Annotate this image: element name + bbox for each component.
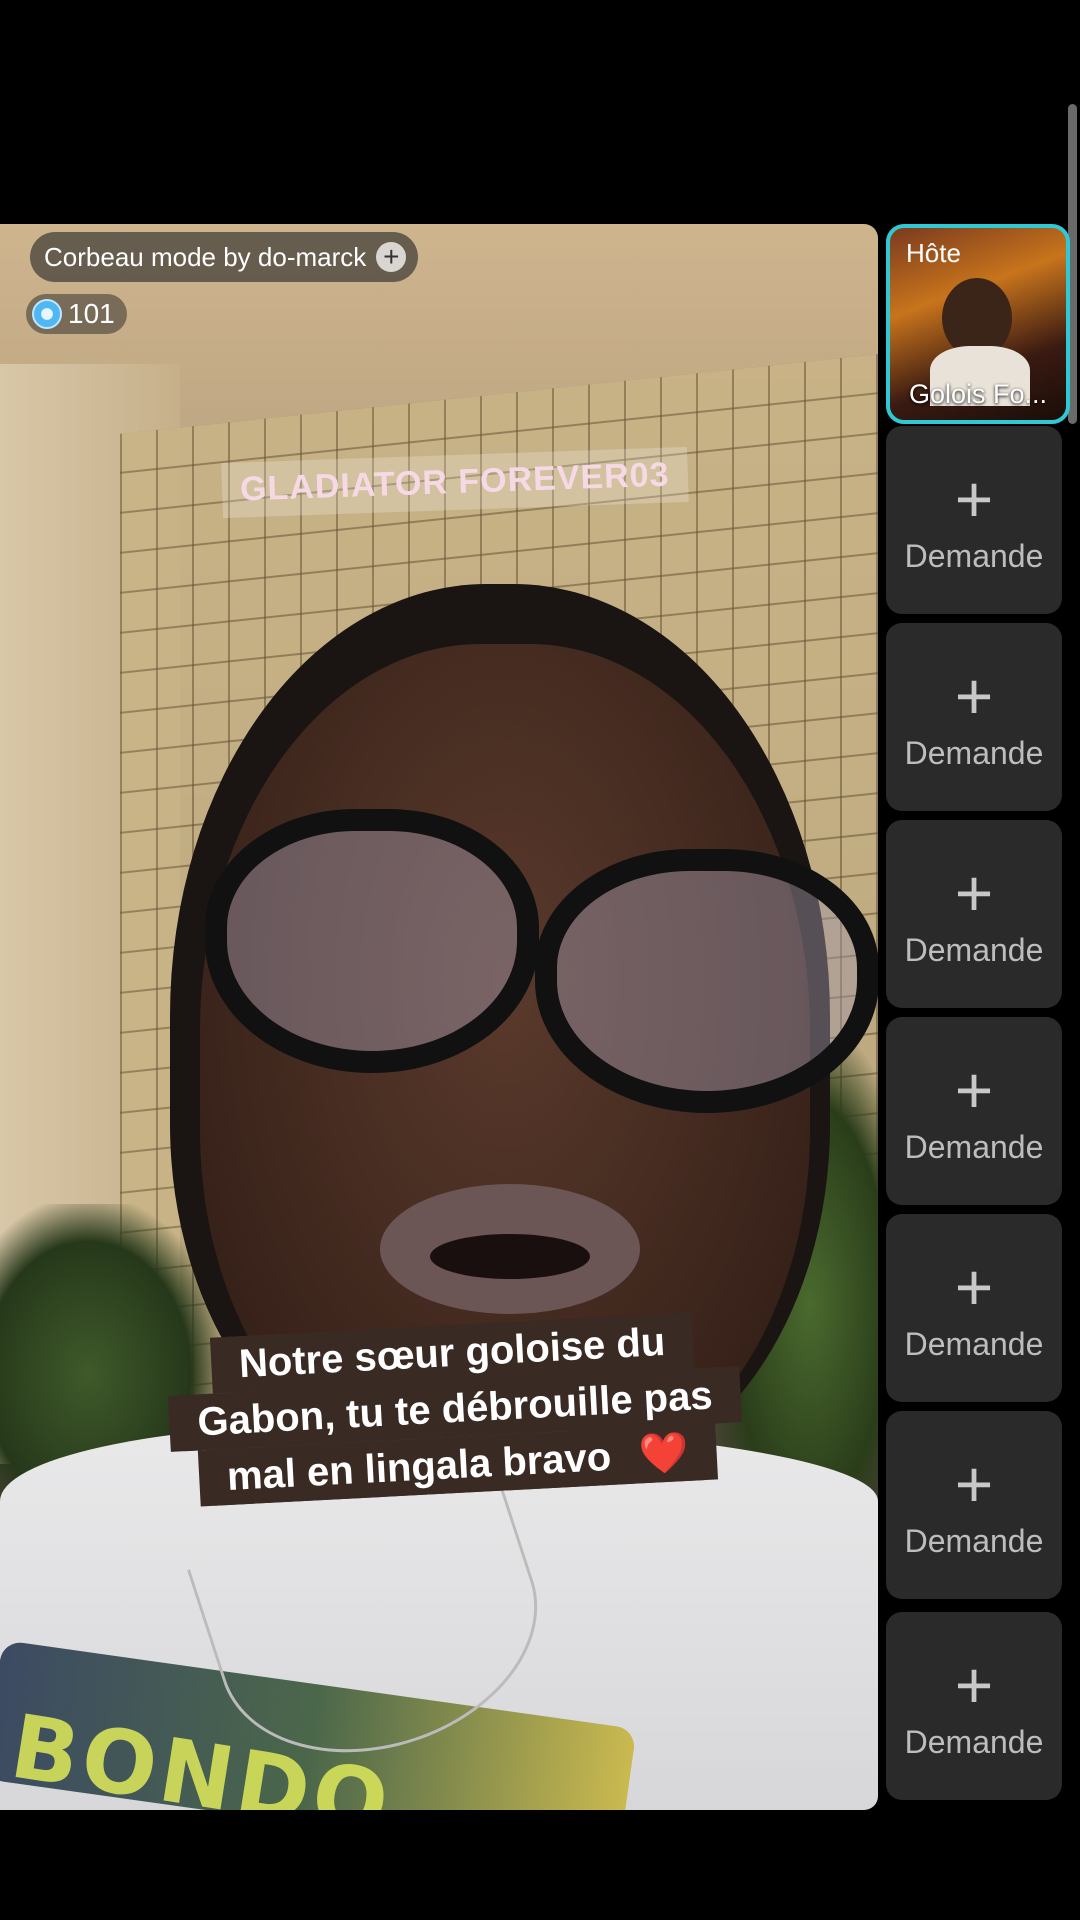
guest-slot-request[interactable]: + Demande	[886, 820, 1062, 1008]
plus-icon: +	[954, 1249, 994, 1324]
host-label: Hôte	[906, 238, 961, 268]
host-card[interactable]: Hôte Golois Fo...	[886, 224, 1070, 424]
video-caption: Notre sœur goloise du Gabon, tu te débro…	[156, 1310, 754, 1509]
plus-icon: +	[954, 658, 994, 733]
slot-label: Demande	[904, 1128, 1044, 1165]
caption-text: Notre sœur goloise du Gabon, tu te débro…	[168, 1312, 742, 1507]
room-title-pill[interactable]: Corbeau mode by do-marck +	[30, 232, 419, 282]
mouth-inner	[430, 1234, 590, 1279]
room-title: Corbeau mode by do-marck	[44, 241, 367, 272]
viewer-count: 101	[68, 298, 115, 329]
plus-icon: +	[954, 1446, 994, 1521]
glasses	[205, 809, 878, 1113]
guest-slot-request[interactable]: + Demande	[886, 1411, 1062, 1599]
slot-label: Demande	[904, 1522, 1044, 1559]
guest-slot-request[interactable]: + Demande	[886, 1612, 1062, 1800]
guest-slot-request[interactable]: + Demande	[886, 623, 1062, 811]
plus-icon: +	[954, 855, 994, 930]
follow-plus-icon[interactable]: +	[376, 242, 407, 272]
slot-label: Demande	[904, 1325, 1044, 1362]
plus-icon: +	[954, 1647, 994, 1722]
slot-label: Demande	[904, 537, 1044, 574]
glasses-lens	[535, 849, 878, 1113]
host-name: Golois Fo...	[908, 379, 1048, 409]
viewer-count-pill[interactable]: 101	[26, 294, 127, 334]
glasses-lens	[205, 809, 539, 1073]
guest-slot-request[interactable]: + Demande	[886, 1017, 1062, 1205]
slot-label: Demande	[904, 931, 1044, 968]
guest-slot-request[interactable]: + Demande	[886, 426, 1062, 614]
heart-icon: ❤️	[623, 1424, 705, 1485]
slot-label: Demande	[904, 734, 1044, 771]
slot-label: Demande	[904, 1723, 1044, 1760]
plus-icon: +	[954, 1052, 994, 1127]
diamond-icon	[32, 299, 62, 329]
plus-icon: +	[954, 461, 994, 536]
guest-slot-request[interactable]: + Demande	[886, 1214, 1062, 1402]
